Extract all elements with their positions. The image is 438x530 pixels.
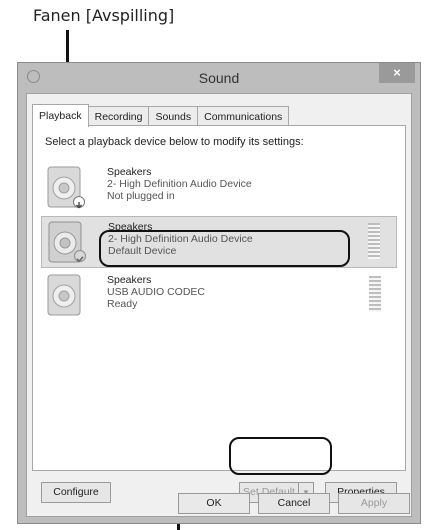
close-button[interactable]: × <box>379 63 415 83</box>
device-status: Ready <box>107 298 138 310</box>
tab-strip: Playback Recording Sounds Communications <box>32 104 290 127</box>
callout-caption: Fanen [Avspilling] <box>33 6 175 25</box>
playback-panel: Select a playback device below to modify… <box>32 125 406 471</box>
callout-highlight-device-text <box>99 230 350 267</box>
device-name: Speakers <box>107 274 152 286</box>
device-list[interactable]: Speakers 2- High Definition Audio Device… <box>41 162 397 460</box>
sound-dialog: Sound × Playback Recording Sounds Commun… <box>17 62 421 524</box>
check-icon <box>74 250 86 263</box>
title-bar[interactable]: Sound × <box>18 63 420 93</box>
tab-sounds[interactable]: Sounds <box>148 106 199 127</box>
tab-communications[interactable]: Communications <box>197 106 290 127</box>
device-item[interactable]: Speakers USB AUDIO CODEC Ready <box>41 270 397 322</box>
device-item[interactable]: Speakers 2- High Definition Audio Device… <box>41 162 397 214</box>
device-name: Speakers <box>107 166 152 178</box>
instruction-text: Select a playback device below to modify… <box>45 136 304 148</box>
device-status: Not plugged in <box>107 190 175 202</box>
volume-level-meter <box>368 223 380 259</box>
callout-highlight-set-default <box>229 437 332 475</box>
window-title: Sound <box>198 70 240 86</box>
device-description: USB AUDIO CODEC <box>107 286 206 298</box>
cancel-button[interactable]: Cancel <box>258 493 330 514</box>
speaker-icon <box>47 274 81 316</box>
volume-level-meter <box>369 276 381 312</box>
dialog-client-area: Playback Recording Sounds Communications… <box>26 93 412 517</box>
configure-button[interactable]: Configure <box>41 482 111 503</box>
apply-button[interactable]: Apply <box>338 493 410 514</box>
ok-button[interactable]: OK <box>178 493 250 514</box>
down-arrow-icon <box>73 196 85 209</box>
device-description: 2- High Definition Audio Device <box>107 178 252 190</box>
tab-playback[interactable]: Playback <box>32 104 89 127</box>
tab-recording[interactable]: Recording <box>87 106 150 127</box>
